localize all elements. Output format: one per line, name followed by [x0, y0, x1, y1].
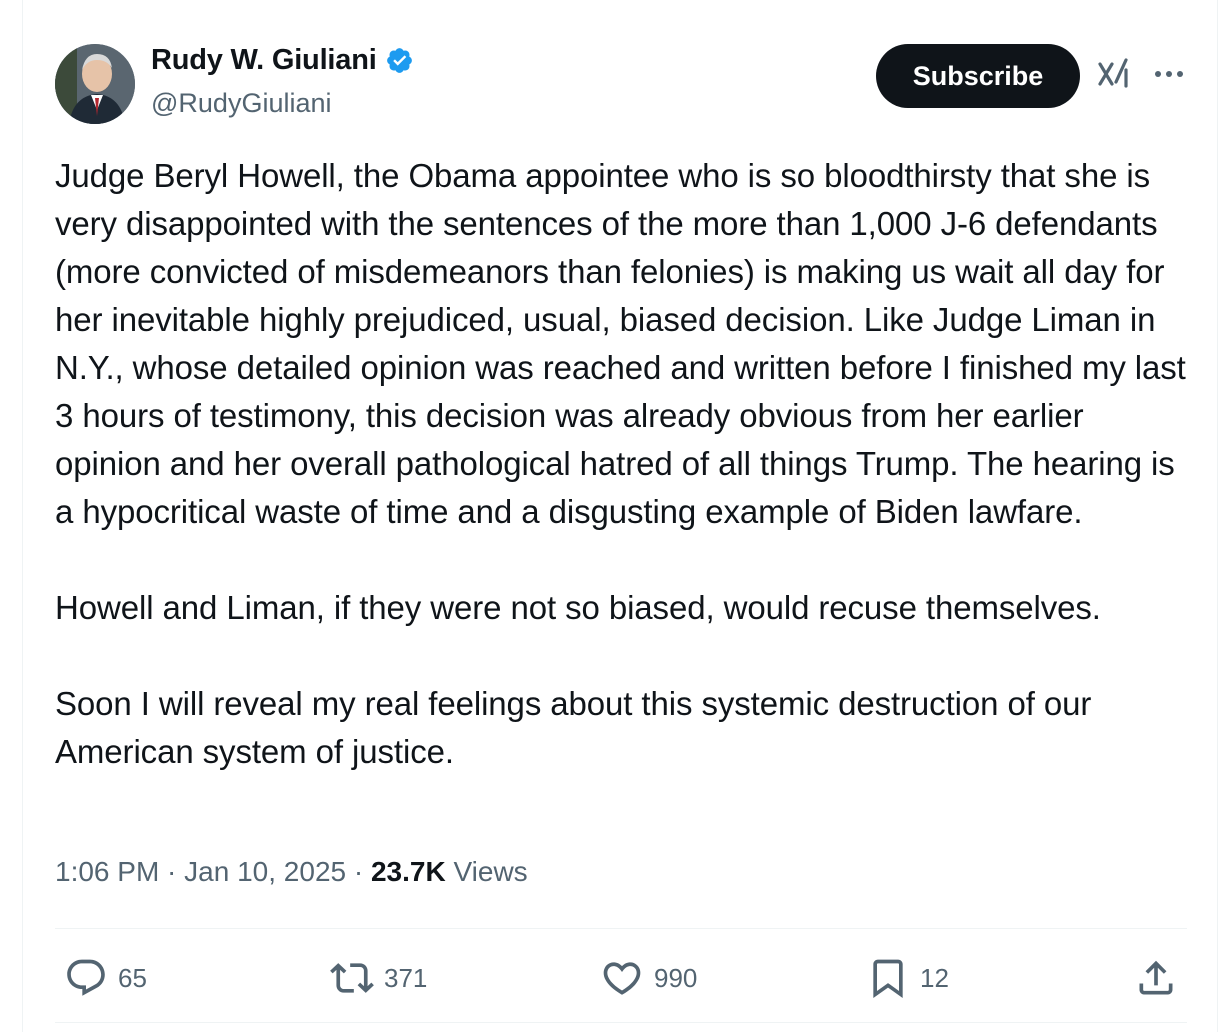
tweet-date[interactable]: Jan 10, 2025 [184, 856, 346, 888]
share-button[interactable] [1134, 954, 1178, 1002]
verified-badge-icon [385, 46, 414, 75]
repost-icon [330, 956, 374, 1000]
tweet-paragraph: Soon I will reveal my real feelings abou… [55, 685, 1092, 770]
reply-button[interactable]: 65 [64, 954, 147, 1002]
divider [55, 1022, 1187, 1023]
repost-button[interactable]: 371 [330, 954, 427, 1002]
divider [55, 928, 1187, 929]
bookmark-icon [866, 956, 910, 1000]
reply-icon [64, 956, 108, 1000]
repost-count: 371 [384, 962, 428, 993]
tweet-text: Judge Beryl Howell, the Obama appointee … [55, 152, 1195, 776]
like-button[interactable]: 990 [600, 954, 697, 1002]
tweet-meta: 1:06 PM · Jan 10, 2025 · 23.7K Views [55, 856, 528, 888]
subscribe-button[interactable]: Subscribe [876, 44, 1080, 108]
meta-separator: · [346, 856, 371, 887]
tweet-time[interactable]: 1:06 PM [55, 856, 159, 888]
frame-border-left [22, 0, 23, 1032]
author-name-row[interactable]: Rudy W. Giuliani [151, 44, 414, 77]
reply-count: 65 [118, 962, 147, 993]
bookmark-count: 12 [920, 962, 949, 993]
more-options-icon[interactable] [1150, 60, 1188, 88]
tweet-paragraph: Howell and Liman, if they were not so bi… [55, 589, 1101, 626]
grok-icon[interactable] [1096, 56, 1132, 92]
share-icon [1134, 956, 1178, 1000]
author-display-name[interactable]: Rudy W. Giuliani [151, 44, 377, 77]
meta-separator: · [159, 856, 185, 887]
author-handle[interactable]: @RudyGiuliani [151, 88, 331, 119]
views-count: 23.7K [370, 856, 446, 887]
frame-border-right [1217, 0, 1218, 1032]
like-count: 990 [654, 962, 698, 993]
views-label: Views [445, 856, 528, 887]
tweet-paragraph: Judge Beryl Howell, the Obama appointee … [55, 157, 1186, 530]
bookmark-button[interactable]: 12 [866, 954, 949, 1002]
heart-icon [600, 956, 644, 1000]
avatar[interactable] [55, 44, 135, 124]
